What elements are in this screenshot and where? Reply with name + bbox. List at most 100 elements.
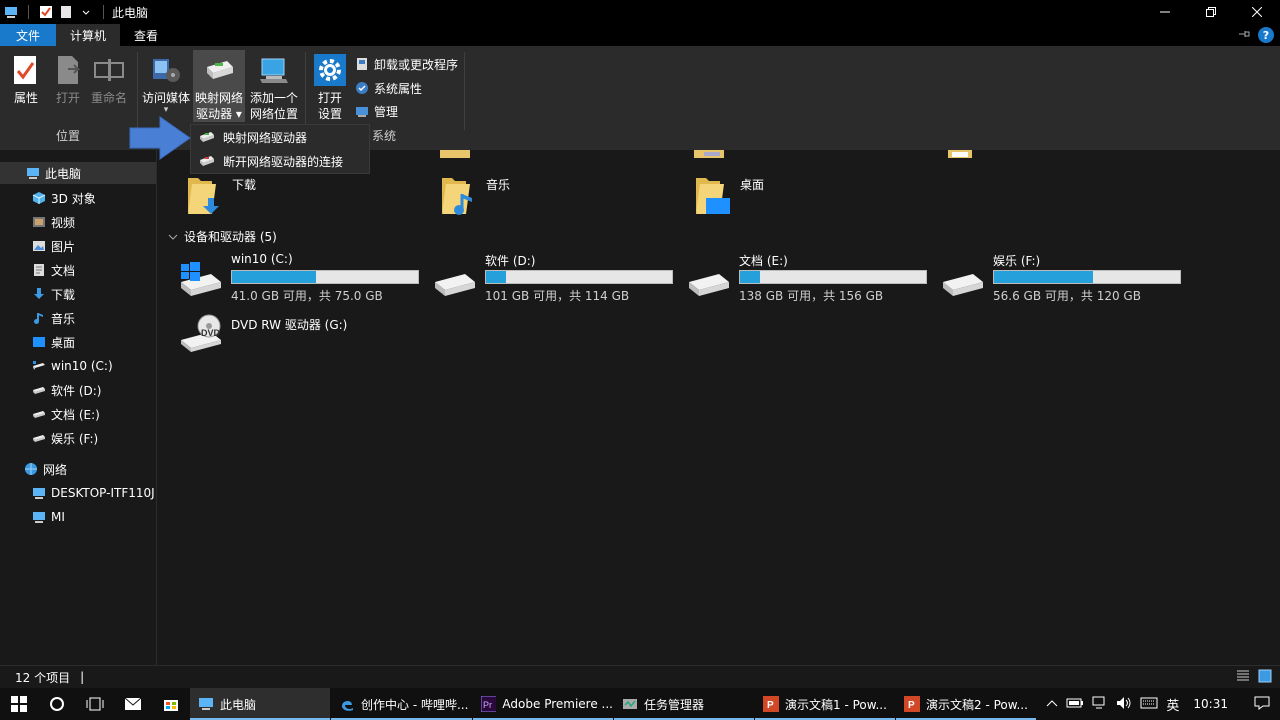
folder-downloads[interactable]: 下载 — [186, 176, 256, 218]
taskbar-app-label: 任务管理器 — [644, 697, 705, 712]
taskbar-app-label: 此电脑 — [220, 697, 257, 712]
drive-c[interactable]: win10 (C:) 41.0 GB 可用，共 75.0 GB — [179, 252, 429, 303]
map-drive-label-2: 驱动器 ▾ — [196, 107, 242, 121]
ribbon-tabs: 文件 计算机 查看 ? — [0, 24, 1280, 46]
nav-item-drive-d[interactable]: 软件 (D:) — [32, 379, 101, 401]
drive-name: 娱乐 (F:) — [993, 254, 1041, 268]
nav-network[interactable]: 网络 — [24, 458, 67, 480]
menu-item-map-drive[interactable]: 映射网络驱动器 — [191, 125, 369, 149]
nav-item-downloads[interactable]: 下载 — [32, 283, 75, 305]
taskbar-app-edge[interactable]: 创作中心 - 哔哩哔... — [331, 688, 472, 720]
taskbar-app-powerpoint-2[interactable]: P 演示文稿2 - Pow... — [896, 688, 1036, 720]
tab-view[interactable]: 查看 — [120, 24, 172, 46]
taskbar-app-label: 创作中心 - 哔哩哔... — [361, 697, 469, 712]
folder-music[interactable]: 音乐 — [440, 176, 510, 218]
ime-indicator[interactable]: 英 — [1166, 695, 1179, 714]
system-tray: 英 10:31 — [1046, 688, 1280, 720]
battery-icon[interactable] — [1066, 697, 1084, 711]
folder-desktop[interactable]: 桌面 — [694, 176, 764, 218]
drive-usage-fill — [232, 271, 316, 283]
taskbar-app-powerpoint-1[interactable]: P 演示文稿1 - Pow... — [755, 688, 895, 720]
disconnect-drive-icon — [200, 156, 214, 166]
nav-item-documents[interactable]: 文档 — [32, 259, 75, 281]
keyboard-icon[interactable] — [1140, 697, 1158, 712]
network-status-icon[interactable] — [1092, 696, 1108, 713]
pin-icon[interactable] — [1238, 28, 1250, 43]
large-icons-view-icon[interactable] — [1258, 669, 1272, 686]
windows-logo-icon — [11, 696, 27, 712]
nav-item-3d-objects[interactable]: 3D 对象 — [32, 187, 96, 209]
system-properties-label: 系统属性 — [374, 81, 423, 96]
access-media-button[interactable]: 访问媒体 ▾ — [140, 50, 192, 122]
drive-d[interactable]: 软件 (D:) 101 GB 可用，共 114 GB — [433, 252, 683, 303]
powerpoint-icon: P — [904, 696, 920, 712]
nav-item-desktop[interactable]: 桌面 — [32, 331, 75, 353]
menu-item-disconnect-drive[interactable]: 断开网络驱动器的连接 — [191, 149, 369, 173]
nav-item-drive-e[interactable]: 文档 (E:) — [32, 403, 100, 425]
nav-item-desktop-pc[interactable]: DESKTOP-ITF110J — [32, 482, 155, 504]
help-icon[interactable]: ? — [1258, 27, 1274, 43]
title-bar: 此电脑 — [0, 0, 1280, 24]
taskbar-app-premiere[interactable]: Pr Adobe Premiere ... — [473, 688, 613, 720]
close-button[interactable] — [1234, 0, 1280, 24]
desktop-folder-icon — [696, 178, 730, 214]
chevron-up-icon[interactable] — [1046, 697, 1058, 711]
computer-icon[interactable] — [4, 5, 18, 19]
nav-item-label: 视频 — [51, 215, 76, 230]
disconnect-drive-menu-label: 断开网络驱动器的连接 — [223, 154, 344, 169]
nav-item-pictures[interactable]: 图片 — [32, 235, 75, 257]
devices-group-header[interactable]: 设备和驱动器 (5) — [168, 228, 277, 245]
edge-icon — [342, 700, 353, 711]
navigation-pane: 此电脑 3D 对象 视频 图片 文档 下载 音乐 桌面 win10 (C:) 软… — [0, 150, 157, 665]
mail-icon — [124, 697, 142, 710]
nav-this-pc[interactable]: 此电脑 — [0, 162, 156, 184]
rename-button[interactable]: 重命名 — [83, 50, 135, 122]
taskbar-app-file-explorer[interactable]: 此电脑 — [190, 688, 330, 720]
drive-dvd[interactable]: DVD DVD RW 驱动器 (G:) — [179, 314, 429, 366]
drive-e[interactable]: 文档 (E:) 138 GB 可用，共 156 GB — [687, 252, 937, 303]
nav-item-videos[interactable]: 视频 — [32, 211, 75, 233]
nav-item-music[interactable]: 音乐 — [32, 307, 75, 329]
clock[interactable]: 10:31 — [1193, 697, 1228, 711]
volume-icon[interactable] — [1116, 696, 1132, 713]
mail-app-button[interactable] — [114, 688, 152, 720]
nav-item-drive-f[interactable]: 娱乐 (F:) — [32, 427, 98, 449]
system-properties-button[interactable]: 系统属性 — [354, 77, 422, 99]
add-network-location-button[interactable]: 添加一个 网络位置 — [246, 50, 302, 122]
open-icon — [52, 54, 84, 86]
drive-f[interactable]: 娱乐 (F:) 56.6 GB 可用，共 120 GB — [941, 252, 1191, 303]
restore-button[interactable] — [1188, 0, 1234, 24]
manage-button[interactable]: 管理 — [354, 100, 398, 122]
nav-item-label: 下载 — [51, 287, 76, 302]
open-settings-button[interactable]: 打开 设置 — [308, 50, 352, 122]
task-view-button[interactable] — [76, 688, 114, 720]
taskbar-app-label: 演示文稿2 - Pow... — [926, 697, 1028, 712]
notification-icon[interactable] — [1254, 696, 1270, 713]
open-label: 打开 — [55, 91, 80, 105]
taskbar-app-task-manager[interactable]: 任务管理器 — [614, 688, 754, 720]
drive-free-space: 138 GB 可用，共 156 GB — [739, 289, 884, 303]
nav-item-mi[interactable]: MI — [32, 506, 65, 528]
store-app-button[interactable] — [152, 688, 190, 720]
computer-icon — [199, 698, 213, 710]
details-view-icon[interactable] — [1236, 669, 1250, 686]
tab-file[interactable]: 文件 — [0, 24, 56, 46]
add-location-label-1: 添加一个 — [249, 91, 298, 105]
nav-item-drive-c[interactable]: win10 (C:) — [32, 355, 113, 377]
start-button[interactable] — [0, 688, 38, 720]
new-folder-icon[interactable] — [59, 5, 73, 19]
svg-text:P: P — [767, 700, 774, 711]
folder-icon — [948, 150, 972, 158]
tab-computer[interactable]: 计算机 — [56, 24, 121, 46]
map-network-drive-button[interactable]: 映射网络 驱动器 ▾ — [193, 50, 245, 122]
search-button[interactable] — [38, 688, 76, 720]
network-drive-icon — [200, 132, 214, 142]
devices-header-label: 设备和驱动器 (5) — [184, 230, 277, 244]
chevron-down-icon[interactable] — [79, 5, 93, 19]
pointer-arrow-icon — [129, 116, 191, 160]
minimize-button[interactable] — [1142, 0, 1188, 24]
properties-icon[interactable] — [39, 5, 53, 19]
uninstall-programs-button[interactable]: 卸载或更改程序 — [354, 53, 458, 75]
map-drive-label-1: 映射网络 — [194, 91, 243, 105]
svg-text:Pr: Pr — [483, 700, 492, 710]
